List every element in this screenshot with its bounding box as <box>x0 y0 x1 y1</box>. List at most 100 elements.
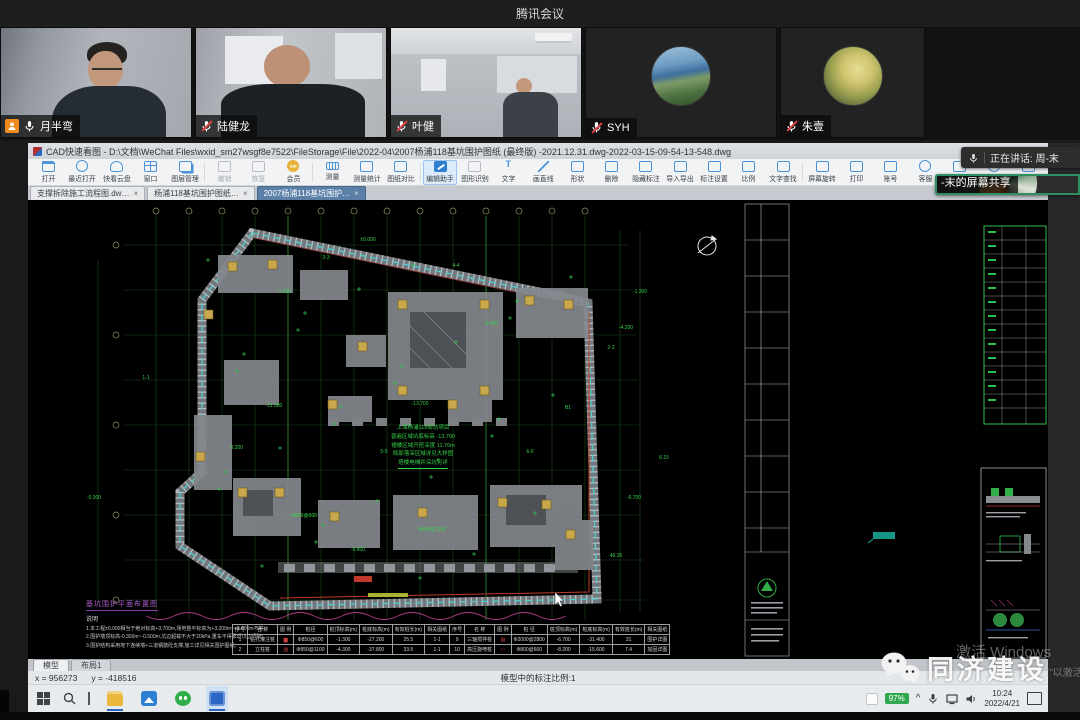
doc-tab-label: 2007杨浦118基坑围护… <box>264 188 351 199</box>
toolbar-export-button[interactable]: 导入导出 <box>663 160 697 185</box>
toolbar-scale-button[interactable]: 比例 <box>732 160 766 185</box>
right-schedule-table <box>984 226 1046 424</box>
toolbar-window-button[interactable]: 窗口 <box>134 160 168 185</box>
toolbar-compare-button[interactable]: 图纸对比 <box>384 160 418 185</box>
toolbar-hide-button[interactable]: 隐藏标注 <box>629 160 663 185</box>
toolbar-separator <box>312 163 313 182</box>
taskbar-divider <box>88 692 90 705</box>
taskbar-photos-app-icon[interactable] <box>138 686 160 711</box>
toolbar-shape-button[interactable]: 形状 <box>560 160 594 185</box>
cad-window: CAD快速看图 - D:\文档\WeChat Files\wxid_sm27ws… <box>28 143 1048 712</box>
participant-tile-1[interactable]: -末的屏幕共享 <box>935 174 1080 195</box>
toolbar-recognize-button[interactable]: 图形识别 <box>457 160 491 185</box>
titleblock-text-lines <box>751 602 783 642</box>
company-emblem <box>758 579 776 597</box>
cad-app-icon <box>33 147 42 156</box>
doc-tab-2[interactable]: 杨浦118基坑围护图纸…× <box>147 186 254 200</box>
toolbar-undo-button[interactable]: 撤销 <box>207 160 241 185</box>
battery-indicator[interactable]: 97% <box>885 693 909 704</box>
participant-tile-6[interactable]: 朱壹 <box>780 27 925 138</box>
legend-header: 相关图纸 <box>425 625 450 635</box>
taskbar-wechat-app-icon[interactable] <box>172 686 194 711</box>
toolbar-rotate-button[interactable]: 屏幕旋转 <box>805 160 839 185</box>
tray-display-icon[interactable] <box>946 693 958 705</box>
participant-tile-5[interactable]: SYH <box>585 27 777 138</box>
participant-tile-3[interactable]: 陆健龙 <box>195 27 387 138</box>
model-tab-1[interactable]: 模型 <box>33 659 69 671</box>
member-badge-icon <box>5 119 19 133</box>
taskbar-search-icon[interactable] <box>63 692 76 705</box>
toolbar-cloud-button[interactable]: 快看云盘 <box>100 160 134 185</box>
dim-label: 6-6 <box>526 449 533 455</box>
rotate-icon <box>816 161 829 172</box>
toolbar-redo-button[interactable]: 恢复 <box>242 160 276 185</box>
toolbar-label: 画直线 <box>533 173 554 183</box>
toolbar-label: 图形识别 <box>461 173 489 183</box>
toolbar-label: 快看云盘 <box>103 173 131 183</box>
isolated-detail <box>868 532 895 543</box>
toolbar-label: 测量 <box>325 171 339 181</box>
system-tray: 97% ^ 10:24 2022/4/21 <box>866 689 1042 708</box>
tab-close-icon[interactable]: × <box>354 189 359 198</box>
legend-header: 相关图纸 <box>645 625 670 635</box>
dim-label: -11.300 <box>266 403 283 409</box>
toolbar-user-button[interactable]: 账号 <box>874 160 908 185</box>
toolbar-label: 打印 <box>850 173 864 183</box>
toolbar-edit-button[interactable]: 编辑助手 <box>423 160 457 185</box>
legend-header: 桩顶标高(m) <box>327 625 360 635</box>
tab-close-icon[interactable]: × <box>133 189 138 198</box>
toolbar-vip-button[interactable]: VIP会员 <box>276 159 310 185</box>
yellow-marker <box>368 593 408 597</box>
doc-tab-3[interactable]: 2007杨浦118基坑围护…× <box>257 186 366 200</box>
start-button-icon[interactable] <box>37 692 51 706</box>
toolbar-find-button[interactable]: 文字查找 <box>766 160 800 185</box>
tray-speaker-icon[interactable] <box>965 693 977 705</box>
toolbar-settings-button[interactable]: 标注设置 <box>697 160 731 185</box>
dim-label: -13.700 <box>412 401 429 407</box>
toolbar-clock-button[interactable]: 最近打开 <box>65 159 99 185</box>
participant-tile-2[interactable]: 月半弯 <box>0 27 192 138</box>
tab-close-icon[interactable]: × <box>243 189 248 198</box>
edit-icon <box>434 161 447 172</box>
model-tab-2[interactable]: 布局1 <box>71 659 111 671</box>
toolbar-label: 比例 <box>742 173 756 183</box>
dim-label: Φ850@1100 <box>418 527 446 533</box>
participant-name: -末的屏幕共享 <box>941 174 1011 190</box>
toolbar-stats-button[interactable]: 测量统计 <box>350 160 384 185</box>
legend-header: 桩底标高(m) <box>360 625 393 635</box>
action-center-icon[interactable] <box>1027 692 1042 705</box>
erase-icon <box>605 161 618 172</box>
participant-name: 朱壹 <box>802 118 824 134</box>
doc-tab-1[interactable]: 支撑拆除施工流程图.dw…× <box>30 186 145 200</box>
toolbar-layers-button[interactable]: 图层管理 <box>168 160 202 185</box>
toolbar-separator <box>802 163 803 182</box>
toolbar-label: 编辑助手 <box>426 173 454 183</box>
cad-titlebar[interactable]: CAD快速看图 - D:\文档\WeChat Files\wxid_sm27ws… <box>28 143 1048 159</box>
tray-mic-icon[interactable] <box>927 693 939 705</box>
toolbar-text-button[interactable]: 文字 <box>492 160 526 185</box>
toolbar-ruler-button[interactable]: 测量 <box>315 161 349 183</box>
legend-header: 有效桩长(m) <box>612 625 645 635</box>
dim-label: 4-4 <box>452 263 459 269</box>
participant-avatar <box>823 46 883 106</box>
toolbar-line-button[interactable]: 画直线 <box>526 160 560 185</box>
taskbar-cad-viewer-app-icon[interactable] <box>206 686 228 711</box>
north-arrow-icon <box>698 236 716 255</box>
toolbar-erase-button[interactable]: 删除 <box>595 160 629 185</box>
clock-icon <box>76 160 88 172</box>
taskbar-folder-app-icon[interactable] <box>104 686 126 711</box>
participant-tile-4[interactable]: 叶健 <box>390 27 582 138</box>
tray-expand-icon[interactable]: ^ <box>916 693 921 704</box>
participant-name-tag: SYH <box>586 118 637 137</box>
dim-label: 46.35 <box>610 553 623 559</box>
dim-label: -4.200 <box>619 325 633 331</box>
toolbar-print-button[interactable]: 打印 <box>839 160 873 185</box>
cad-canvas[interactable]: 基坑围护平面布置图 说明 1.本工程±0.000相当于绝对标高+3.700m,场… <box>28 200 1048 659</box>
taskbar-clock[interactable]: 10:24 2022/4/21 <box>984 689 1020 708</box>
mic-muted-icon <box>590 121 603 134</box>
mic-on-icon <box>23 120 36 133</box>
ime-icon[interactable] <box>866 693 878 705</box>
stats-icon <box>360 161 373 172</box>
dim-label: 3-3 <box>322 255 329 261</box>
toolbar-folder-button[interactable]: 打开 <box>31 160 65 185</box>
